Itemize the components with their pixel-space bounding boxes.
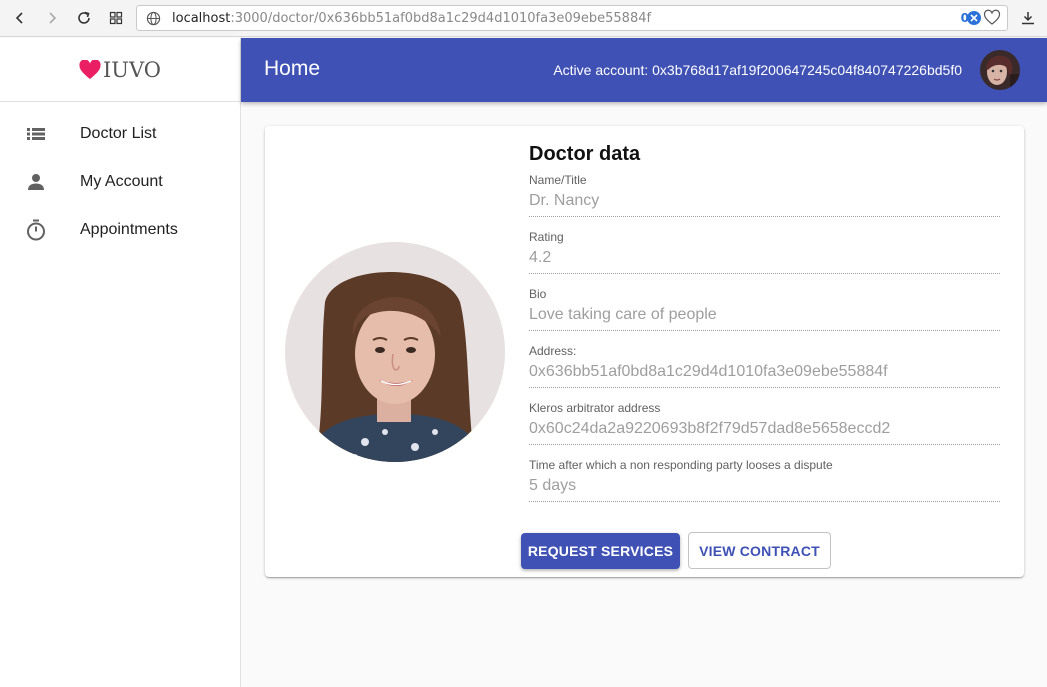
field-value: 0x636bb51af0bd8a1c29d4d1010fa3e09ebe5588… (529, 363, 888, 380)
address-field[interactable]: Address: 0x636bb51af0bd8a1c29d4d1010fa3e… (529, 344, 1000, 388)
logo[interactable]: IUVO (0, 38, 240, 102)
active-account-text: Active account: 0x3b768d17af19f200647245… (553, 62, 962, 78)
download-button[interactable] (1016, 6, 1040, 30)
app-bar: Home Active account: 0x3b768d17af19f2006… (241, 38, 1047, 102)
rating-field[interactable]: Rating 4.2 (529, 230, 1000, 274)
download-icon (1022, 12, 1034, 25)
forward-button[interactable] (40, 6, 64, 30)
url-host: localhost (172, 11, 231, 26)
url-path: :3000/doctor/0x636bb51af0bd8a1c29d4d1010… (230, 11, 652, 26)
address-bar[interactable]: localhost:3000/doctor/0x636bb51af0bd8a1c… (136, 5, 1008, 31)
dispute-timeout-field[interactable]: Time after which a non responding party … (529, 458, 1000, 502)
heart-bookmark-icon[interactable] (983, 9, 1001, 27)
sidebar: IUVO Doctor List My Account Appointments (0, 38, 241, 687)
person-icon (24, 170, 48, 194)
back-button[interactable] (8, 6, 32, 30)
field-label: Name/Title (529, 173, 587, 187)
request-services-button[interactable]: REQUEST SERVICES (521, 533, 680, 569)
timer-icon (24, 218, 48, 242)
bio-field[interactable]: Bio Love taking care of people (529, 287, 1000, 331)
field-label: Kleros arbitrator address (529, 401, 661, 415)
sidebar-item-doctor-list[interactable]: Doctor List (0, 110, 240, 158)
reload-icon (78, 11, 90, 24)
field-value: Dr. Nancy (529, 192, 600, 209)
doctor-photo (285, 242, 505, 462)
field-value: 0x60c24da2a9220693b8f2f79d57dad8e5658ecc… (529, 420, 891, 437)
logo-text: IUVO (102, 57, 161, 82)
field-label: Bio (529, 287, 547, 301)
browser-toolbar: localhost:3000/doctor/0x636bb51af0bd8a1c… (0, 0, 1047, 37)
field-label: Rating (529, 230, 564, 244)
list-icon (24, 122, 48, 146)
page-title: Home (264, 57, 321, 80)
kleros-arbitrator-field[interactable]: Kleros arbitrator address 0x60c24da2a922… (529, 401, 1000, 445)
doctor-card: Doctor data Name/Title Dr. Nancy Rating … (265, 126, 1024, 577)
field-label: Time after which a non responding party … (529, 458, 833, 472)
url-text: localhost:3000/doctor/0x636bb51af0bd8a1c… (172, 11, 651, 26)
field-value: Love taking care of people (529, 306, 717, 323)
view-contract-button[interactable]: VIEW CONTRACT (688, 532, 831, 569)
field-value: 5 days (529, 477, 577, 494)
field-label: Address: (529, 344, 577, 358)
reload-button[interactable] (72, 6, 96, 30)
sidebar-item-label: My Account (80, 173, 163, 190)
card-title: Doctor data (529, 143, 641, 165)
grid-icon (109, 11, 123, 25)
sidebar-item-label: Appointments (80, 221, 178, 238)
field-value: 4.2 (529, 249, 552, 266)
heart-logo-icon (79, 59, 101, 79)
globe-icon (146, 11, 161, 26)
chevron-left-icon (15, 12, 23, 24)
sidebar-item-label: Doctor List (80, 125, 157, 142)
user-avatar[interactable] (980, 50, 1020, 90)
name-field[interactable]: Name/Title Dr. Nancy (529, 173, 1000, 217)
sidebar-item-appointments[interactable]: Appointments (0, 206, 240, 254)
speed-dial-button[interactable] (104, 6, 128, 30)
chevron-right-icon (49, 12, 57, 24)
sidebar-item-my-account[interactable]: My Account (0, 158, 240, 206)
adblock-shield-icon[interactable] (967, 11, 981, 25)
